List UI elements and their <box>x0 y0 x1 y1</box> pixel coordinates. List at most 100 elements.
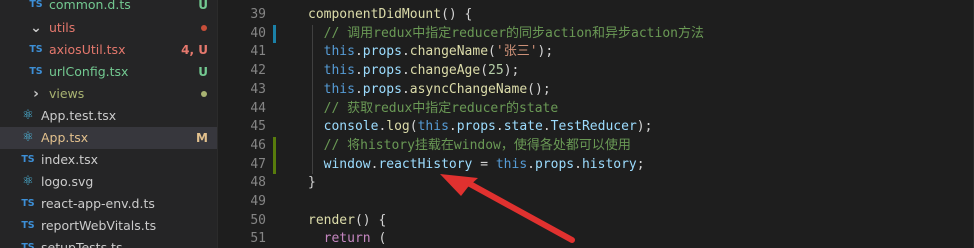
code-token: ); <box>636 119 653 135</box>
line-number: 40 <box>250 25 266 41</box>
explorer-item[interactable]: TS axiosUtil.tsx 4, U <box>0 39 217 61</box>
code-token: = <box>472 156 496 172</box>
code-token: props <box>362 44 402 60</box>
code-token: . <box>448 119 457 135</box>
explorer-item[interactable]: › views <box>0 83 217 105</box>
code-token: log <box>386 119 410 135</box>
git-status-badge: U <box>198 0 208 12</box>
react-file-icon: ⚛ <box>22 108 34 123</box>
code-token: . <box>542 119 551 135</box>
line-number: 48 <box>250 175 266 191</box>
code-line[interactable]: return ( <box>308 230 387 248</box>
code-line[interactable]: // 将history挂载在window，使得各处都可以使用 <box>308 137 631 155</box>
code-token: . <box>401 81 410 97</box>
typescript-file-icon: TS <box>21 198 35 209</box>
code-line[interactable]: window.reactHistory = this.props.history… <box>308 156 645 174</box>
explorer-item-label: axiosUtil.tsx <box>49 42 126 57</box>
explorer-item-label: logo.svg <box>41 174 94 189</box>
code-token: changeAge <box>409 63 481 79</box>
typescript-file-icon: TS <box>21 154 35 165</box>
code-token: state <box>503 119 543 135</box>
code-token: TestReducer <box>550 119 637 135</box>
code-token: render <box>308 212 355 228</box>
file-explorer: TS common.d.ts U ⌄ utils TS axiosUtil.tsx 4, UT… <box>0 0 218 248</box>
code-token: // 将history挂载在window，使得各处都可以使用 <box>308 137 631 153</box>
explorer-item-label: common.d.ts <box>49 0 131 12</box>
code-token: changeName <box>409 44 489 60</box>
code-line[interactable]: // 调用redux中指定reducer的同步action和异步action方法 <box>308 25 704 43</box>
code-line[interactable]: this.props.changeName('张三'); <box>308 43 554 61</box>
code-token: () { <box>441 7 473 22</box>
git-status-badge: 4, U <box>181 43 208 57</box>
code-token: window <box>308 156 371 172</box>
explorer-item-label: setupTests.ts <box>41 240 123 248</box>
code-token: props <box>535 156 575 172</box>
explorer-item-label: urlConfig.tsx <box>49 64 129 79</box>
code-token: (); <box>527 81 551 97</box>
chevron-down-icon: ⌄ <box>30 20 42 36</box>
react-file-icon: ⚛ <box>22 130 34 145</box>
code-token: } <box>308 175 316 191</box>
code-token: this <box>495 156 528 172</box>
code-editor[interactable]: 39 40 41 42 43 44 45 46 47 48 49 50 51 componentDidMo… <box>218 0 974 248</box>
code-token: history <box>581 156 637 172</box>
git-gutter-mark <box>273 136 276 175</box>
explorer-item[interactable]: TS reportWebVitals.ts <box>0 215 217 237</box>
code-token: componentDidMount <box>308 7 442 22</box>
code-line[interactable]: // 获取redux中指定reducer的state <box>308 100 559 118</box>
code-token: . <box>354 44 363 60</box>
status-dot <box>201 25 207 31</box>
explorer-item-label: react-app-env.d.ts <box>41 196 155 211</box>
line-number: 43 <box>250 81 266 97</box>
code-token: '张三' <box>495 44 538 60</box>
code-token: console <box>308 119 379 135</box>
code-token: asyncChangeName <box>409 81 528 97</box>
typescript-file-icon: TS <box>21 242 35 248</box>
explorer-item[interactable]: TS urlConfig.tsx U <box>0 61 217 83</box>
explorer-item[interactable]: TS index.tsx <box>0 149 217 171</box>
code-line[interactable]: render() { <box>308 212 386 230</box>
code-token: this <box>417 119 449 135</box>
explorer-item-label: reportWebVitals.ts <box>41 218 157 233</box>
code-line[interactable]: this.props.asyncChangeName(); <box>308 81 551 99</box>
chevron-right-icon: › <box>33 86 39 102</box>
git-status-badge: M <box>196 131 208 145</box>
explorer-item[interactable]: ⌄ utils <box>0 17 217 39</box>
code-token: ); <box>537 44 554 60</box>
explorer-item[interactable]: ⚛ App.tsx M <box>0 127 217 149</box>
explorer-item[interactable]: ⚛ logo.svg <box>0 171 217 193</box>
line-number: 39 <box>250 7 266 22</box>
code-line[interactable]: console.log(this.props.state.TestReducer… <box>308 118 653 136</box>
line-number: 51 <box>250 231 266 247</box>
typescript-file-icon: TS <box>29 66 43 77</box>
line-number: 46 <box>250 137 266 153</box>
typescript-file-icon: TS <box>29 0 43 10</box>
explorer-item[interactable]: TS setupTests.ts <box>0 237 217 248</box>
code-line[interactable]: this.props.changeAge(25); <box>308 62 520 80</box>
code-token: ( <box>488 44 496 60</box>
code-token: . <box>354 81 363 97</box>
line-number: 50 <box>250 212 266 228</box>
explorer-item-label: App.test.tsx <box>41 108 117 123</box>
explorer-item-label: utils <box>49 20 76 35</box>
code-token: // 获取redux中指定reducer的state <box>308 100 559 116</box>
explorer-item-label: index.tsx <box>41 152 98 167</box>
line-number: 49 <box>250 194 266 209</box>
explorer-item[interactable]: TS common.d.ts U <box>0 0 217 16</box>
git-status-badge: U <box>198 65 208 79</box>
typescript-file-icon: TS <box>29 44 43 55</box>
code-line[interactable]: } <box>308 174 316 192</box>
explorer-item[interactable]: TS react-app-env.d.ts <box>0 193 217 215</box>
explorer-item-label: App.tsx <box>41 130 89 145</box>
explorer-item[interactable]: ⚛ App.test.tsx <box>0 105 217 127</box>
code-token: reactHistory <box>378 156 473 172</box>
code-token: . <box>495 119 504 135</box>
code-token: // 调用redux中指定reducer的同步action和异步action方法 <box>308 25 704 41</box>
code-line[interactable]: componentDidMount() { <box>308 6 472 24</box>
explorer-item-label: views <box>49 86 85 101</box>
code-token: return <box>308 231 371 247</box>
code-token: this <box>308 63 355 79</box>
code-token: props <box>362 81 402 97</box>
code-token: ); <box>503 63 520 79</box>
code-token: props <box>362 63 402 79</box>
